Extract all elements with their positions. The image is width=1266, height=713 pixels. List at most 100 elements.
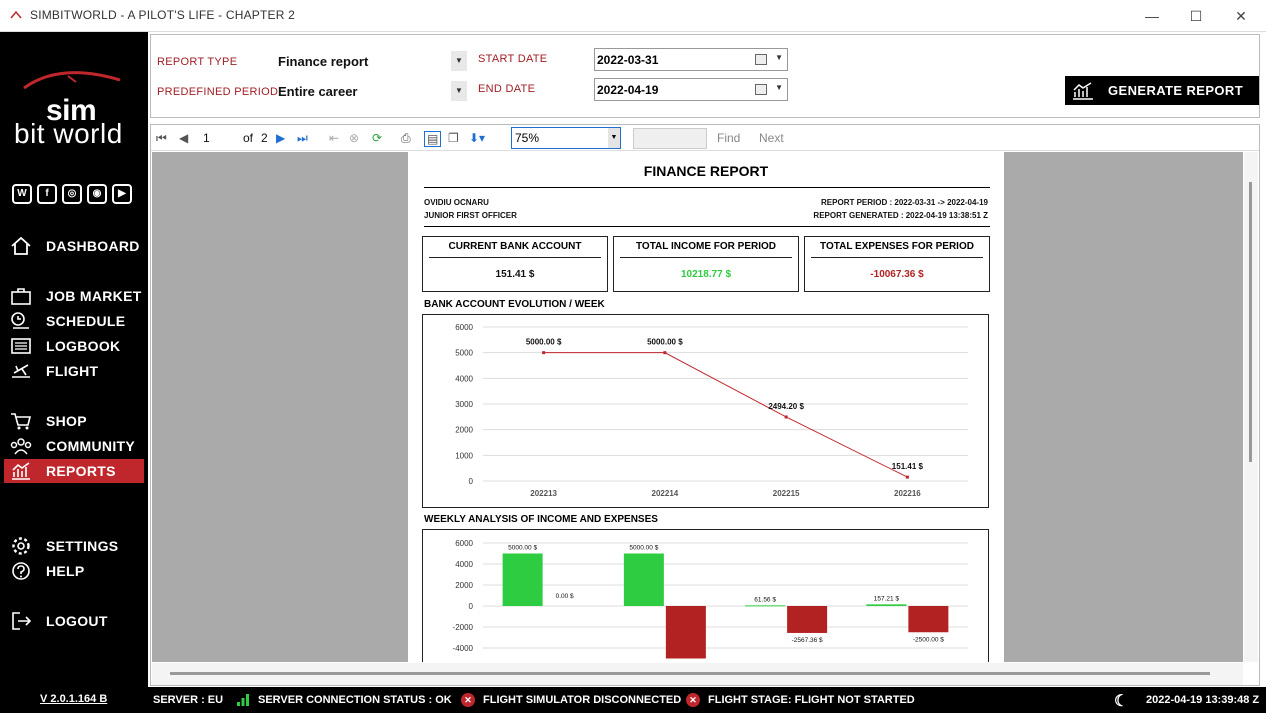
scroll-thumb[interactable] — [1249, 182, 1252, 462]
next-button[interactable]: Next — [759, 131, 784, 145]
x-tick-label: 202216 — [894, 489, 921, 498]
bar — [908, 606, 949, 633]
end-date-picker[interactable]: 2022-04-19 ▼ — [594, 78, 788, 101]
gear-icon — [12, 537, 30, 555]
data-point — [663, 351, 667, 355]
nav-logout[interactable]: LOGOUT — [0, 609, 148, 633]
youtube-icon[interactable]: ▶ — [112, 184, 132, 204]
y-tick-label: 6000 — [455, 539, 473, 548]
logbook-icon — [11, 338, 31, 354]
nav-flight-label: FLIGHT — [46, 363, 99, 379]
nav-flight[interactable]: FLIGHT — [0, 359, 148, 383]
clock: 2022-04-19 13:39:48 Z — [1146, 694, 1260, 706]
back-icon[interactable]: ⇤ — [329, 131, 339, 145]
weekly-analysis-chart: 6000 4000 2000 0 -2000 -4000 5000.00 $ 5000.00 … — [422, 529, 989, 662]
page-number-input[interactable]: 1 — [203, 131, 210, 145]
period-dropdown-icon[interactable]: ▼ — [451, 81, 467, 101]
export-icon[interactable]: ⬇▾ — [469, 131, 485, 145]
instagram-icon[interactable]: ◎ — [62, 184, 82, 204]
y-tick-label: 0 — [469, 602, 474, 611]
print-icon[interactable]: ⎙ — [401, 131, 411, 146]
report-type-select[interactable]: Finance report — [278, 54, 368, 69]
scroll-thumb[interactable] — [170, 672, 1210, 675]
bar — [745, 605, 786, 607]
pilot-rank: JUNIOR FIRST OFFICER — [424, 211, 517, 220]
report-type-dropdown-icon[interactable]: ▼ — [451, 51, 467, 71]
page-setup-icon[interactable]: ❐ — [448, 131, 459, 145]
y-tick-label: 4000 — [455, 560, 473, 569]
refresh-icon[interactable]: ⟳ — [372, 131, 382, 145]
nav-job-market[interactable]: JOB MARKET — [0, 284, 148, 308]
nav-shop[interactable]: SHOP — [0, 409, 148, 433]
version-link[interactable]: V 2.0.1.164 B — [40, 693, 107, 705]
kpi-value: 10218.77 $ — [680, 269, 732, 280]
start-date-picker[interactable]: 2022-03-31 ▼ — [594, 48, 788, 71]
end-date-value: 2022-04-19 — [597, 83, 659, 97]
bar-chart-svg: 6000 4000 2000 0 -2000 -4000 5000.00 $ 5000.00 … — [453, 539, 968, 659]
y-tick-label: 3000 — [455, 400, 473, 409]
pilot-name: OVIDIU OCNARU — [424, 198, 489, 207]
bank-evolution-chart: 0 1000 2000 3000 4000 5000 6000 5000.00 $ 5000.0… — [422, 314, 989, 508]
page-total: 2 — [261, 131, 268, 145]
nav-dashboard[interactable]: DASHBOARD — [0, 234, 148, 258]
nav-reports-label: REPORTS — [46, 463, 116, 479]
logout-icon — [12, 612, 32, 630]
facebook-icon[interactable]: f — [37, 184, 57, 204]
chevron-down-icon[interactable]: ▼ — [775, 83, 783, 92]
data-label: 151.41 $ — [892, 462, 924, 471]
nav-settings-label: SETTINGS — [46, 538, 119, 554]
status-bar: SERVER : EU SERVER CONNECTION STATUS : O… — [148, 687, 1266, 713]
data-label: 5000.00 $ — [508, 545, 537, 552]
discord-icon[interactable]: ◉ — [87, 184, 107, 204]
nav-schedule[interactable]: SCHEDULE — [0, 309, 148, 333]
window-title: SIMBITWORLD - A PILOT'S LIFE - CHAPTER 2 — [30, 8, 296, 22]
nav-help-label: HELP — [46, 563, 85, 579]
moon-icon: ☾ — [1114, 693, 1129, 710]
find-input[interactable] — [633, 128, 707, 149]
close-button[interactable]: ✕ — [1229, 6, 1253, 26]
weekly-analysis-title: WEEKLY ANALYSIS OF INCOME AND EXPENSES — [424, 514, 658, 525]
nav-reports[interactable]: REPORTS — [4, 459, 144, 483]
vertical-scrollbar[interactable] — [1244, 152, 1258, 662]
x-tick-label: 202213 — [530, 489, 557, 498]
print-layout-icon[interactable]: ▤ — [424, 131, 442, 147]
first-page-icon[interactable]: ⏮ — [156, 131, 167, 146]
logo: sim bit world — [14, 66, 134, 156]
www-icon[interactable]: W — [12, 184, 32, 204]
period-label: PREDEFINED PERIOD — [157, 86, 279, 98]
period-select[interactable]: Entire career — [278, 84, 358, 99]
nav-help[interactable]: HELP — [0, 559, 148, 583]
logo-arc-icon — [23, 71, 121, 90]
stop-icon[interactable]: ⊗ — [349, 131, 359, 145]
next-page-icon[interactable]: ▶ — [276, 131, 285, 145]
generate-report-label: GENERATE REPORT — [1108, 83, 1244, 98]
kpi-bank-account: CURRENT BANK ACCOUNT 151.41 $ — [422, 236, 608, 292]
nav-dashboard-label: DASHBOARD — [46, 238, 140, 254]
nav-logbook-label: LOGBOOK — [46, 338, 121, 354]
minimize-button[interactable]: — — [1140, 6, 1164, 26]
chevron-down-icon[interactable]: ▼ — [775, 53, 783, 62]
app-icon — [10, 10, 22, 19]
reports-icon — [12, 462, 30, 480]
kpi-total-expenses: TOTAL EXPENSES FOR PERIOD -10067.36 $ — [804, 236, 990, 292]
simulator-status: FLIGHT SIMULATOR DISCONNECTED — [483, 694, 682, 706]
chevron-down-icon[interactable]: ▼ — [608, 128, 620, 148]
maximize-button[interactable]: ☐ — [1184, 6, 1208, 26]
data-label: -2500.00 $ — [913, 636, 944, 643]
series-line — [543, 352, 908, 478]
report-type-label: REPORT TYPE — [157, 56, 238, 68]
nav-logbook[interactable]: LOGBOOK — [0, 334, 148, 358]
horizontal-scrollbar[interactable] — [152, 663, 1243, 685]
nav-community[interactable]: COMMUNITY — [0, 434, 148, 458]
prev-page-icon[interactable]: ◀ — [179, 131, 188, 145]
calendar-icon[interactable] — [755, 84, 767, 95]
last-page-icon[interactable]: ⏭ — [297, 131, 308, 146]
divider — [620, 257, 792, 258]
nav-settings[interactable]: SETTINGS — [0, 534, 148, 558]
zoom-select[interactable]: 75% ▼ — [511, 127, 621, 149]
nav-logout-label: LOGOUT — [46, 613, 108, 629]
find-button[interactable]: Find — [717, 131, 740, 145]
generate-report-button[interactable]: GENERATE REPORT — [1065, 76, 1259, 105]
data-label: 0.00 $ — [556, 593, 574, 600]
calendar-icon[interactable] — [755, 54, 767, 65]
